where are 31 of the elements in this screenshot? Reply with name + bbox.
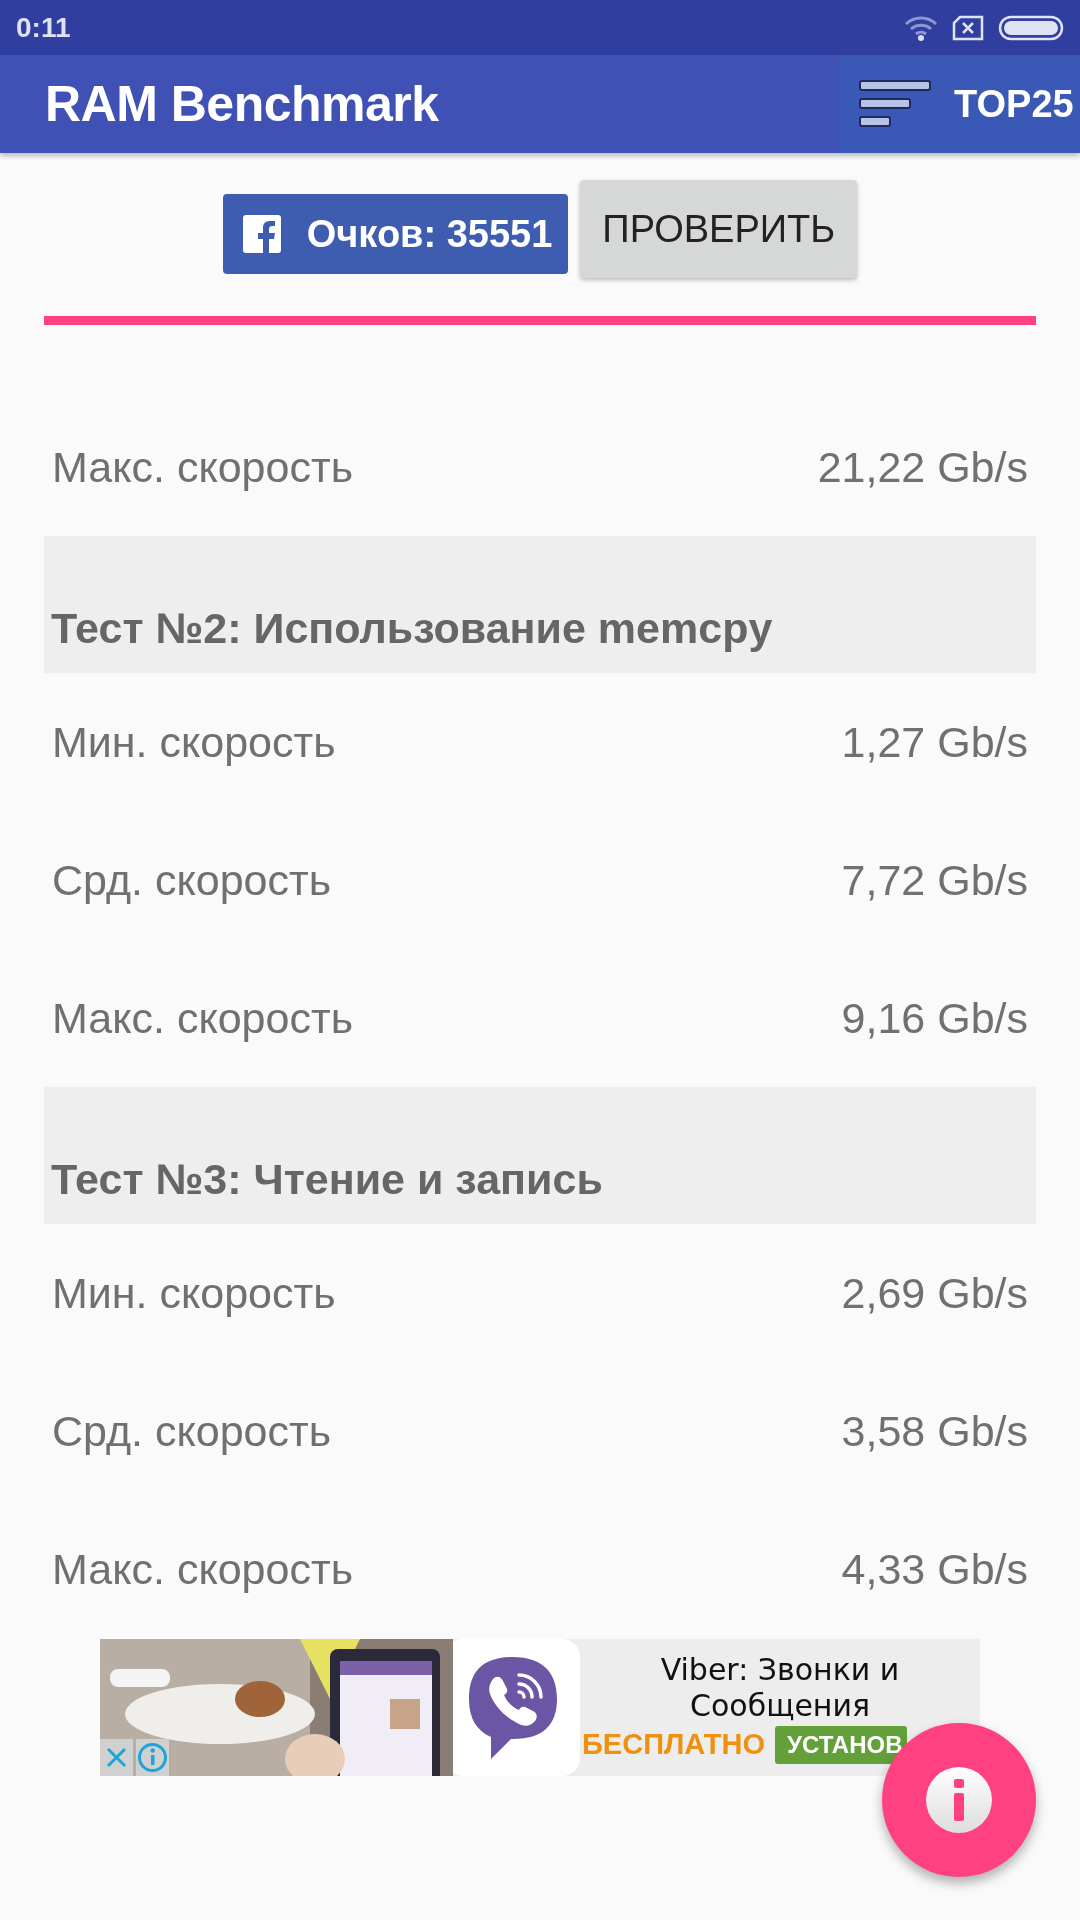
test-heading: Тест №3: Чтение и запись <box>44 1087 1036 1224</box>
metric-label: Макс. скорость <box>52 1544 354 1594</box>
metric-value: 4,33 Gb/s <box>841 1544 1028 1594</box>
app-title: RAM Benchmark <box>44 75 440 133</box>
battery-icon <box>998 14 1064 41</box>
bar-list-icon <box>858 79 932 129</box>
info-icon <box>926 1767 992 1833</box>
metric-value: 9,16 Gb/s <box>841 993 1028 1043</box>
metric-value: 2,69 Gb/s <box>841 1268 1028 1318</box>
top-button[interactable]: TOP25 <box>840 55 1080 153</box>
check-button[interactable]: ПРОВЕРИТЬ <box>580 180 858 278</box>
score-share-button[interactable]: Очков: 35551 <box>222 194 569 274</box>
ad-title: Viber: Звонки и Сообщения <box>659 1651 901 1724</box>
metric-label: Срд. скорость <box>52 1406 332 1456</box>
metric-value: 7,72 Gb/s <box>841 855 1028 905</box>
metric-value: 1,27 Gb/s <box>841 717 1028 767</box>
close-icon[interactable] <box>100 1739 133 1776</box>
facebook-icon <box>242 215 281 253</box>
metric-label: Мин. скорость <box>52 1268 336 1318</box>
wifi-icon <box>904 14 938 41</box>
info-icon[interactable] <box>136 1739 169 1776</box>
metric-label: Срд. скорость <box>52 855 332 905</box>
metric-label: Макс. скорость <box>52 442 354 492</box>
metric-value: 3,58 Gb/s <box>841 1406 1028 1456</box>
status-time: 0:11 <box>16 11 71 44</box>
ad-price: БЕСПЛАТНО <box>582 1728 766 1761</box>
test-heading: Тест №2: Использование memcpy <box>44 536 1036 673</box>
sim-card-x-icon <box>952 14 984 41</box>
metric-label: Мин. скорость <box>52 717 336 767</box>
metric-value: 21,22 Gb/s <box>817 442 1028 492</box>
metric-label: Макс. скорость <box>52 993 354 1043</box>
